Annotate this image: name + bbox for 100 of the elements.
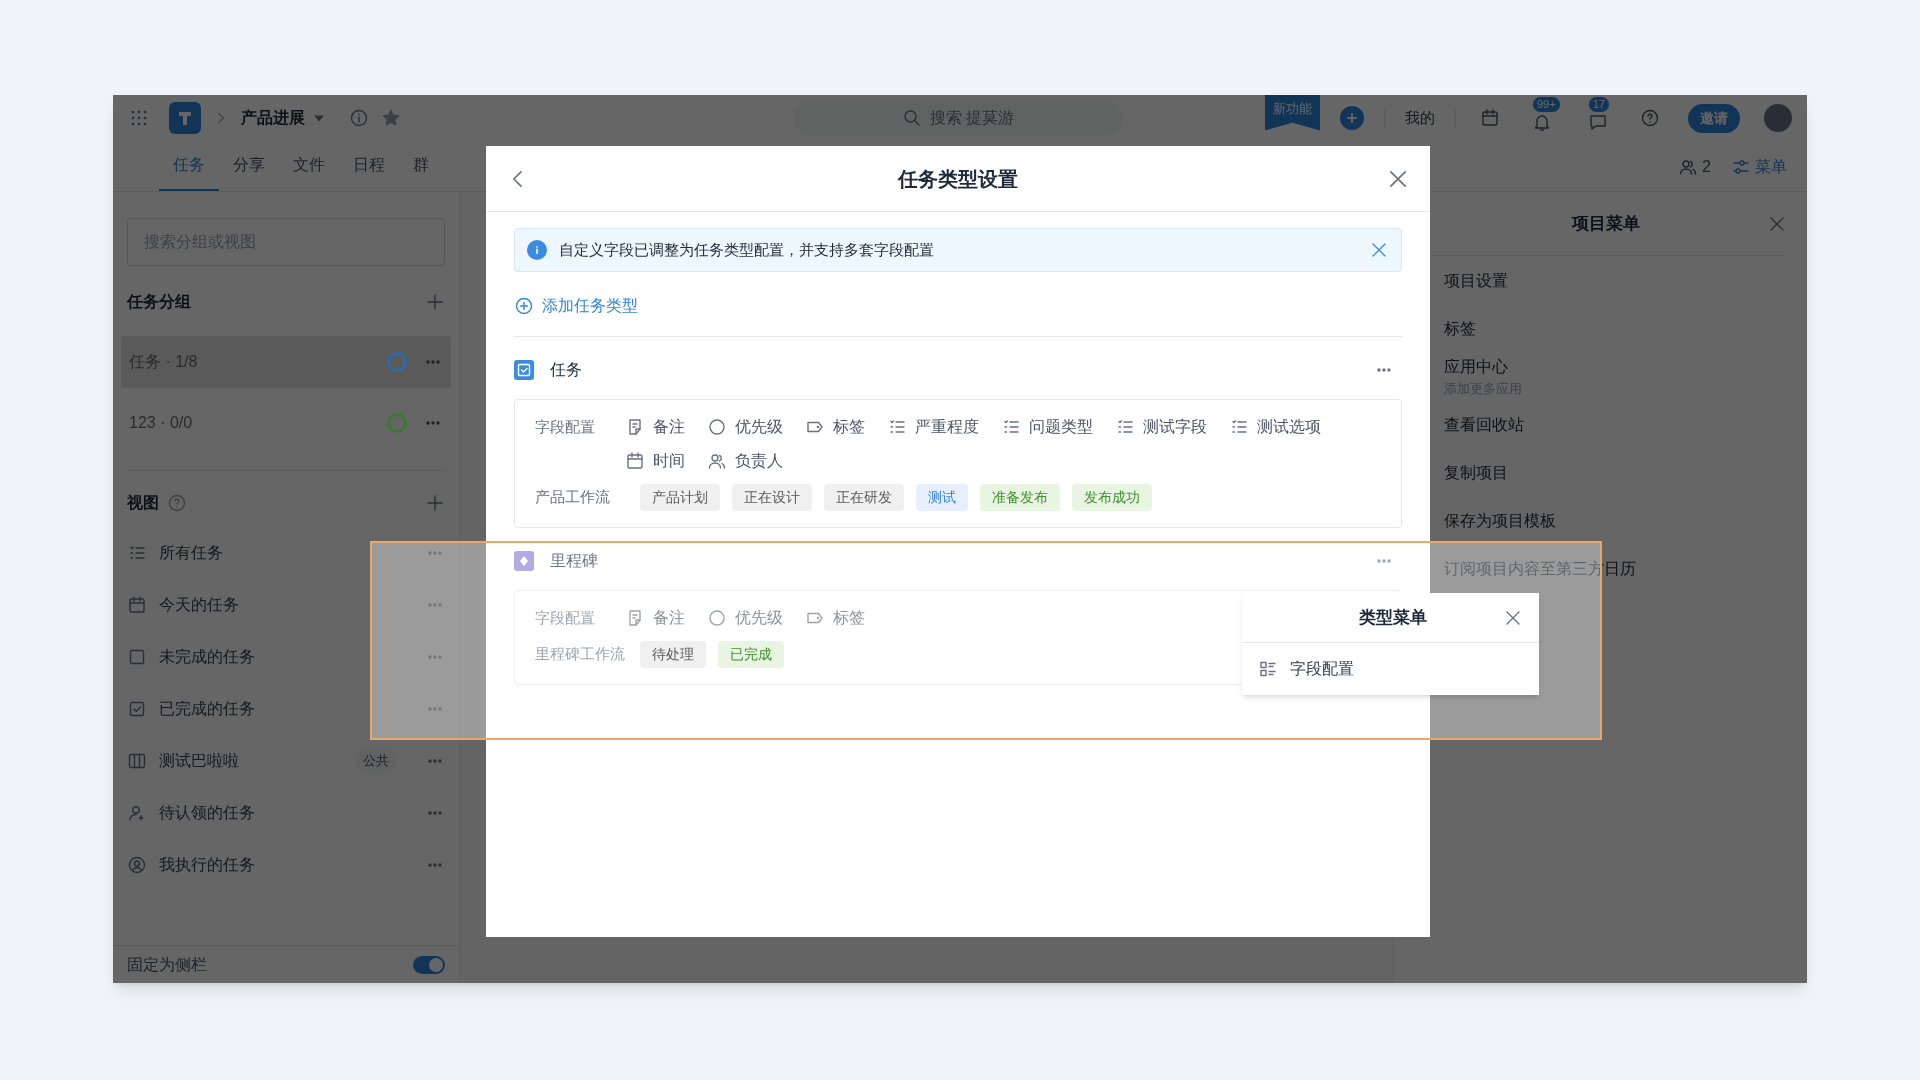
status-tag: 准备发布: [980, 484, 1060, 511]
field-label: 标签: [833, 608, 865, 628]
people-icon: [1678, 157, 1699, 177]
apps-grid-icon[interactable]: [129, 108, 149, 128]
view-item[interactable]: 所有任务: [113, 527, 459, 579]
user-avatar[interactable]: [1764, 104, 1792, 132]
checked-box-icon: [127, 699, 147, 719]
person-add-icon: [127, 803, 147, 823]
status-tag: 正在研发: [824, 484, 904, 511]
info-icon[interactable]: [349, 108, 369, 128]
menu-label: 查看回收站: [1444, 415, 1525, 435]
view-label: 已完成的任务: [159, 699, 255, 719]
dialog-title: 任务类型设置: [896, 166, 1019, 192]
chat-icon[interactable]: [1588, 112, 1608, 132]
field-label: 备注: [653, 417, 685, 437]
type-name: 里程碑: [550, 551, 598, 571]
status-tag: 已完成: [718, 641, 784, 668]
help-icon[interactable]: [1640, 108, 1660, 128]
bell-icon[interactable]: [1532, 112, 1552, 132]
milestone-type-icon: [514, 551, 534, 571]
columns-icon: [127, 751, 147, 771]
menu-label: 复制项目: [1444, 463, 1509, 483]
field-label: 问题类型: [1029, 417, 1093, 437]
popup-title: 类型菜单: [1357, 606, 1428, 629]
plus-circle-icon: [514, 296, 534, 316]
notice-text: 自定义字段已调整为任务类型配置，并支持多套字段配置: [559, 239, 934, 260]
field-label: 严重程度: [915, 417, 979, 437]
circle-icon: [707, 417, 727, 437]
mine-link[interactable]: 我的: [1397, 106, 1443, 130]
status-tag: 待处理: [640, 641, 706, 668]
field-label: 测试字段: [1143, 417, 1207, 437]
calendar-icon[interactable]: [1480, 108, 1500, 128]
row-label: 字段配置: [535, 608, 596, 628]
row-label: 里程碑工作流: [535, 644, 626, 665]
menu-label: 标签: [1444, 319, 1477, 339]
menu-label: 应用中心: [1444, 357, 1509, 378]
field-label: 标签: [833, 417, 865, 437]
field-label: 时间: [653, 451, 685, 471]
menu-label: 项目设置: [1444, 271, 1509, 291]
view-label: 所有任务: [159, 543, 223, 563]
field-label: 负责人: [735, 451, 783, 471]
invite-button[interactable]: 邀请: [1688, 103, 1740, 133]
view-label: 待认领的任务: [159, 803, 255, 823]
field-label: 优先级: [735, 417, 783, 437]
sliders-icon: [1731, 157, 1751, 177]
plus-icon[interactable]: [425, 292, 445, 312]
add-button[interactable]: [1340, 106, 1364, 130]
field-label: 优先级: [735, 608, 783, 628]
search-icon: [901, 108, 922, 128]
status-tag: 测试: [916, 484, 968, 511]
field-label: 备注: [653, 608, 685, 628]
view-label: 今天的任务: [159, 595, 239, 615]
calendar-icon: [625, 451, 645, 471]
project-switcher[interactable]: 产品进展: [241, 106, 325, 130]
pin-label: 固定为侧栏: [127, 954, 207, 975]
section-title: 视图: [127, 493, 159, 513]
tab[interactable]: 群: [399, 153, 443, 191]
row-label: 字段配置: [535, 417, 596, 437]
status-tag: 产品计划: [640, 484, 720, 511]
plus-icon[interactable]: [425, 493, 445, 513]
panel-title: 项目菜单: [1570, 212, 1641, 235]
help-icon[interactable]: [167, 493, 187, 513]
members-button[interactable]: 2: [1678, 155, 1711, 179]
menu-label: 保存为项目模板: [1444, 511, 1557, 531]
tab[interactable]: 任务: [159, 153, 219, 191]
tab[interactable]: 文件: [279, 153, 339, 191]
type-name: 任务: [550, 360, 582, 380]
section-title: 任务分组: [127, 292, 191, 312]
status-tag: 正在设计: [732, 484, 812, 511]
view-item[interactable]: 已完成的任务: [113, 683, 459, 735]
menu-button[interactable]: 菜单: [1731, 155, 1787, 179]
pin-toggle[interactable]: [413, 955, 445, 974]
field-label: 测试选项: [1257, 417, 1321, 437]
add-type-link[interactable]: 添加任务类型: [514, 294, 638, 318]
app-logo-icon[interactable]: [169, 102, 201, 134]
tab[interactable]: 日程: [339, 153, 399, 191]
people-icon: [707, 451, 727, 471]
count-badge: 99+: [1532, 96, 1561, 113]
view-item[interactable]: 今天的任务: [113, 579, 459, 631]
star-icon[interactable]: [381, 108, 401, 128]
info-icon: [527, 240, 547, 260]
view-item[interactable]: 待认领的任务: [113, 787, 459, 839]
menu-item[interactable]: 字段配置: [1242, 643, 1539, 695]
view-item[interactable]: 测试巴啦啦 公共: [113, 735, 459, 787]
view-item[interactable]: 我执行的任务: [113, 839, 459, 891]
checkbox-icon: [127, 647, 147, 667]
view-label: 测试巴啦啦: [159, 751, 239, 771]
count-badge: 17: [1588, 96, 1611, 113]
calendar-icon: [127, 595, 147, 615]
public-badge: 公共: [355, 749, 397, 773]
new-feature-ribbon: 新功能: [1265, 95, 1320, 131]
menu-label: 字段配置: [1290, 659, 1354, 679]
user-circle-icon: [127, 855, 147, 875]
task-type-icon: [514, 360, 534, 380]
tab[interactable]: 分享: [219, 153, 279, 191]
row-label: 产品工作流: [535, 487, 611, 508]
view-label: 未完成的任务: [159, 647, 255, 667]
circle-icon: [707, 608, 727, 628]
view-item[interactable]: 未完成的任务: [113, 631, 459, 683]
plus-icon: [1344, 110, 1360, 126]
